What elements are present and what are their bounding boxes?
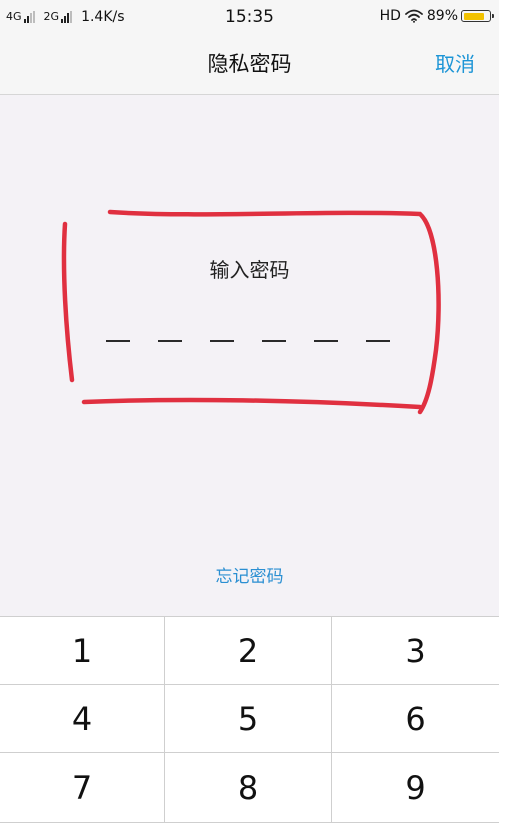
- keypad-key-8[interactable]: 8: [165, 753, 332, 823]
- password-slots[interactable]: [106, 340, 390, 342]
- screen: 4G 2G 1.4K/s 15:35 HD 89% 隐私密码 取消 输入密码 忘…: [0, 0, 499, 823]
- keypad-key-3[interactable]: 3: [332, 617, 499, 685]
- hd-indicator: HD: [379, 8, 401, 24]
- forgot-password-link[interactable]: 忘记密码: [0, 566, 499, 588]
- status-right: HD 89%: [379, 8, 494, 24]
- status-bar: 4G 2G 1.4K/s 15:35 HD 89%: [0, 0, 499, 34]
- battery-percent: 89%: [426, 8, 458, 24]
- nav-bar: 隐私密码 取消: [0, 34, 499, 95]
- keypad-key-6[interactable]: 6: [332, 685, 499, 753]
- password-slot: [158, 340, 182, 342]
- keypad-key-1[interactable]: 1: [0, 617, 165, 685]
- keypad-key-2[interactable]: 2: [165, 617, 332, 685]
- password-prompt: 输入密码: [209, 258, 290, 282]
- password-slot: [314, 340, 338, 342]
- keypad-key-4[interactable]: 4: [0, 685, 165, 753]
- keypad-key-9[interactable]: 9: [332, 753, 499, 823]
- battery-fill: [464, 12, 485, 20]
- page-title: 隐私密码: [207, 52, 292, 76]
- keypad-key-7[interactable]: 7: [0, 753, 165, 823]
- keypad-key-5[interactable]: 5: [165, 685, 332, 753]
- numeric-keypad: 123 456 789: [0, 616, 499, 823]
- password-slot: [210, 340, 234, 342]
- password-slot: [366, 340, 390, 342]
- password-slot: [106, 340, 130, 342]
- battery-icon: [461, 10, 494, 22]
- cancel-button[interactable]: 取消: [435, 51, 475, 77]
- wifi-icon: [404, 9, 423, 23]
- password-slot: [262, 340, 286, 342]
